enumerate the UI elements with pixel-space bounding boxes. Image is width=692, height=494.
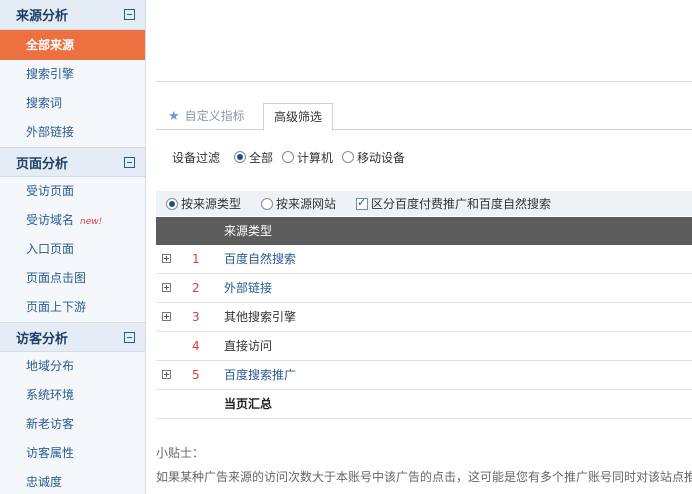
tips-title: 小贴士： (156, 446, 205, 460)
table-row: 2 外部链接 (156, 274, 692, 303)
table-header: 来源类型 (156, 217, 692, 245)
source-table-body: 1 百度自然搜索 2 外部链接 3 其他搜索引擎 4 直接访问 5 百度搜索推广… (156, 245, 692, 419)
collapse-icon[interactable] (124, 156, 135, 168)
sidebar-item-system-env[interactable]: 系统环境 (0, 381, 145, 410)
device-option-mobile[interactable]: 移动设备 (342, 149, 405, 166)
sidebar-section-source-analysis[interactable]: 来源分析 (0, 0, 145, 30)
tab-advanced-filter[interactable]: 高级筛选 (263, 103, 334, 131)
sidebar-item-search-engines[interactable]: 搜索引擎 (0, 60, 145, 89)
table-row: 3 其他搜索引擎 (156, 303, 692, 332)
sidebar-item-entry-pages[interactable]: 入口页面 (0, 235, 145, 264)
table-row: 1 百度自然搜索 (156, 245, 692, 274)
source-mode-by-type[interactable]: 按来源类型 (166, 195, 241, 212)
radio-icon[interactable] (342, 151, 355, 163)
table-total-row: 当页汇总 (156, 390, 692, 419)
collapse-icon[interactable] (124, 9, 135, 20)
total-label: 当页汇总 (224, 397, 273, 411)
tips-text: 如果某种广告来源的访问次数大于本账号中该广告的点击，这可能是您有多个推广账号同时… (156, 470, 692, 484)
row-index: 2 (192, 281, 200, 295)
sidebar-section-page-analysis[interactable]: 页面分析 (0, 147, 145, 177)
device-option-computer[interactable]: 计算机 (282, 149, 333, 166)
option-label: 移动设备 (357, 150, 406, 165)
sidebar: 来源分析 全部来源 搜索引擎 搜索词 外部链接 页面分析 受访页面 受访域名 ne… (0, 0, 146, 494)
source-link[interactable]: 外部链接 (224, 274, 272, 303)
distinguish-baidu-checkbox[interactable]: 区分百度付费推广和百度自然搜索 (356, 195, 551, 212)
option-label: 按来源网站 (276, 197, 337, 211)
source-mode-by-site[interactable]: 按来源网站 (261, 195, 336, 212)
checkbox-checked-icon[interactable] (356, 196, 369, 210)
row-index: 5 (192, 368, 200, 382)
source-name: 直接访问 (224, 339, 273, 353)
sidebar-item-loyalty[interactable]: 忠诚度 (0, 468, 145, 494)
table-row: 4 直接访问 (156, 332, 692, 361)
checkbox-label: 区分百度付费推广和百度自然搜索 (371, 197, 552, 211)
option-label: 按来源类型 (181, 197, 242, 211)
sidebar-section-visitor-analysis[interactable]: 访客分析 (0, 322, 145, 352)
tab-bar: ★ 自定义指标 高级筛选 (156, 103, 692, 131)
column-header-source-type[interactable]: 来源类型 (224, 217, 272, 245)
device-filter-label: 设备过滤 (172, 150, 221, 165)
option-label: 全部 (249, 150, 274, 165)
collapse-icon[interactable] (124, 331, 135, 343)
sidebar-item-external-links[interactable]: 外部链接 (0, 118, 145, 147)
device-filter: 设备过滤 全部 计算机 移动设备 (172, 148, 414, 166)
expand-icon[interactable] (162, 312, 171, 321)
source-link[interactable]: 百度自然搜索 (224, 245, 296, 274)
option-label: 计算机 (297, 150, 334, 165)
table-row: 5 百度搜索推广 (156, 361, 692, 390)
tab-label: 自定义指标 (184, 109, 245, 123)
expand-icon[interactable] (162, 254, 171, 263)
section-title: 页面分析 (16, 156, 69, 172)
main-content: ★ 自定义指标 高级筛选 设备过滤 全部 计算机 移动设备 按来源类型 按来源网站… (156, 0, 692, 494)
sidebar-item-new-returning[interactable]: 新老访客 (0, 410, 145, 439)
sidebar-item-all-sources[interactable]: 全部来源 (0, 30, 145, 60)
source-mode-bar: 按来源类型 按来源网站 区分百度付费推广和百度自然搜索 (156, 191, 692, 216)
sidebar-item-geo[interactable]: 地域分布 (0, 352, 145, 381)
sidebar-item-search-terms[interactable]: 搜索词 (0, 89, 145, 118)
source-link[interactable]: 百度搜索推广 (224, 361, 296, 390)
radio-icon[interactable] (261, 197, 274, 210)
row-index: 3 (192, 310, 200, 324)
sidebar-item-label: 受访域名 (26, 213, 75, 227)
row-index: 1 (192, 252, 200, 266)
star-icon: ★ (168, 109, 180, 124)
sidebar-item-page-click-map[interactable]: 页面点击图 (0, 264, 145, 293)
radio-selected-icon[interactable] (234, 151, 247, 163)
sidebar-item-visited-pages[interactable]: 受访页面 (0, 177, 145, 206)
divider (156, 81, 692, 82)
radio-icon[interactable] (282, 151, 295, 163)
row-index: 4 (192, 339, 200, 353)
new-badge: new! (80, 217, 103, 227)
source-name: 其他搜索引擎 (224, 310, 297, 324)
device-option-all[interactable]: 全部 (234, 149, 273, 166)
expand-icon[interactable] (162, 283, 171, 292)
tab-custom-metrics[interactable]: ★ 自定义指标 (168, 103, 245, 130)
section-title: 访客分析 (16, 331, 69, 347)
radio-selected-icon[interactable] (166, 197, 178, 210)
sidebar-item-visited-domains[interactable]: 受访域名 new! (0, 206, 145, 235)
section-title: 来源分析 (16, 9, 69, 24)
sidebar-item-visitor-attrs[interactable]: 访客属性 (0, 439, 145, 468)
sidebar-item-page-flow[interactable]: 页面上下游 (0, 293, 145, 322)
expand-icon[interactable] (162, 370, 171, 379)
